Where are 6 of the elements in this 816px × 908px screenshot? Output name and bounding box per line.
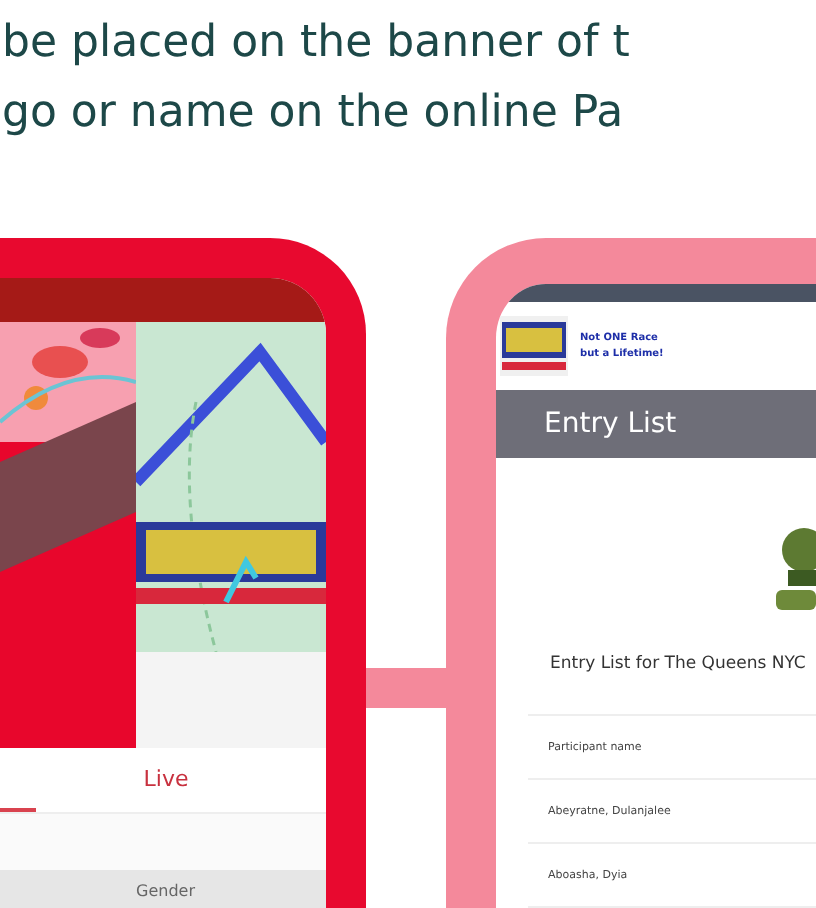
- column-header: Gender: [136, 881, 195, 899]
- body-text: be placed on the banner of t: [2, 16, 632, 72]
- page-title: Entry List: [544, 408, 677, 440]
- caption: Entry List for The Queens NYC: [548, 654, 808, 678]
- body-text: go or name on the online Pa: [2, 86, 626, 142]
- tab[interactable]: Live: [36, 748, 296, 812]
